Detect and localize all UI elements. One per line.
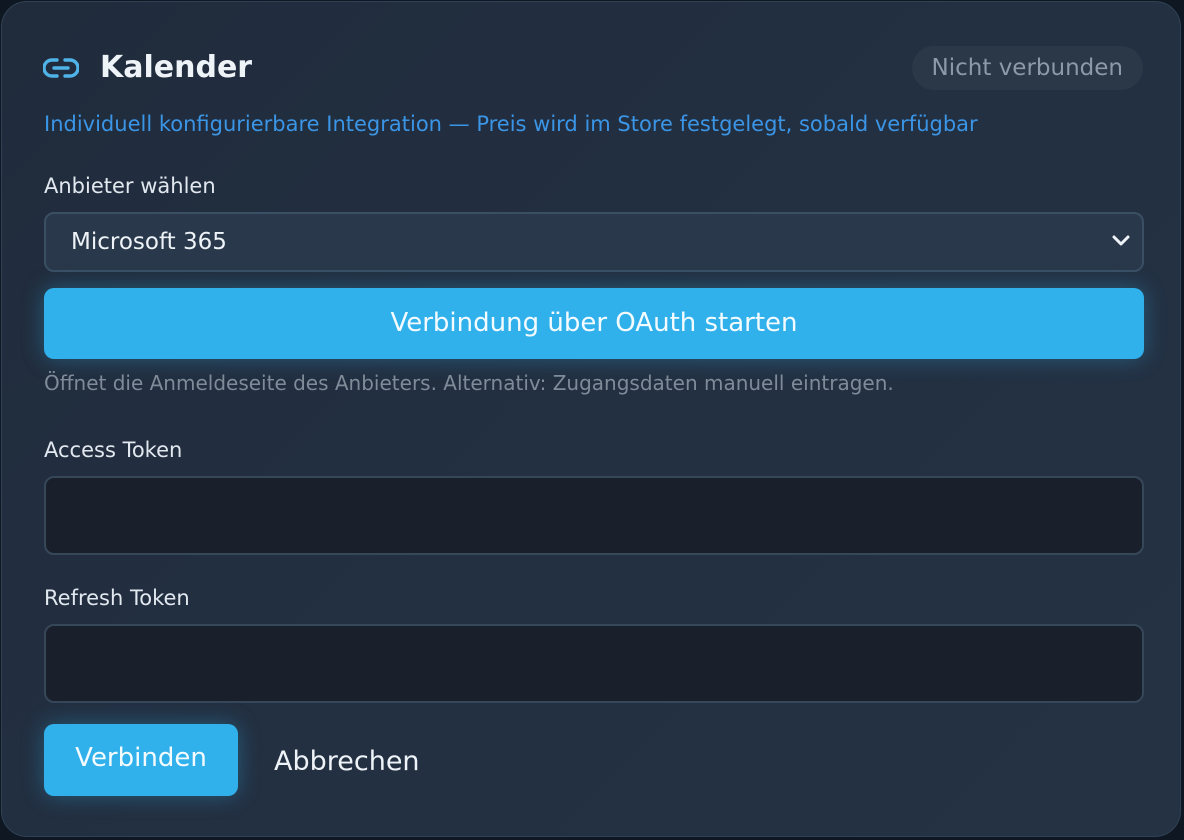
oauth-connect-button[interactable]: Verbindung über OAuth starten xyxy=(44,288,1144,359)
provider-select-value: Microsoft 365 xyxy=(71,229,227,255)
card-header: Kalender Nicht verbunden xyxy=(43,44,1143,92)
refresh-token-input[interactable] xyxy=(44,624,1144,703)
status-badge: Nicht verbunden xyxy=(911,46,1143,90)
access-token-label: Access Token xyxy=(44,438,183,462)
link-icon xyxy=(43,58,79,78)
calendar-integration-card: Kalender Nicht verbunden Individuell kon… xyxy=(1,1,1181,837)
connect-button[interactable]: Verbinden xyxy=(44,724,238,796)
cancel-button[interactable]: Abbrechen xyxy=(274,742,420,782)
refresh-token-label: Refresh Token xyxy=(44,586,190,610)
pricing-info-link[interactable]: Individuell konfigurierbare Integration … xyxy=(44,110,978,138)
oauth-hint: Öffnet die Anmeldeseite des Anbieters. A… xyxy=(44,371,894,395)
page-title: Kalender xyxy=(100,50,253,85)
chevron-down-icon xyxy=(1112,235,1130,246)
provider-select[interactable]: Microsoft 365 xyxy=(44,212,1144,272)
access-token-input[interactable] xyxy=(44,476,1144,555)
provider-label: Anbieter wählen xyxy=(44,174,216,198)
